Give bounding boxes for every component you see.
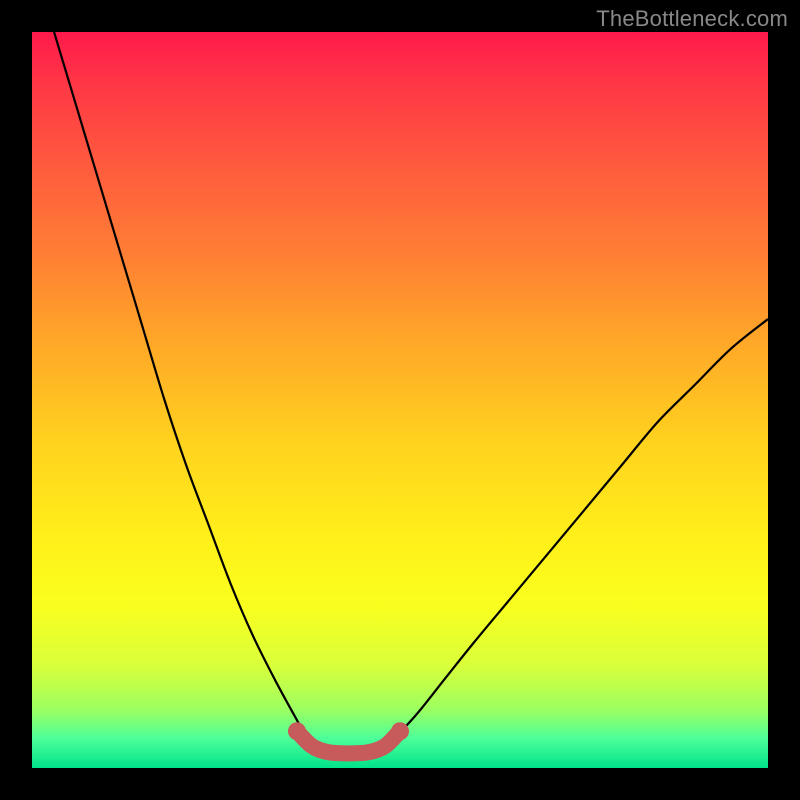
plot-area (32, 32, 768, 768)
optimal-range-start-dot (288, 722, 306, 740)
watermark-text: TheBottleneck.com (596, 6, 788, 32)
bottleneck-curve-path (54, 32, 768, 753)
chart-frame: TheBottleneck.com (0, 0, 800, 800)
optimal-range-end-dot (391, 722, 409, 740)
bottleneck-curve (32, 32, 768, 768)
optimal-range-highlight (297, 731, 400, 753)
